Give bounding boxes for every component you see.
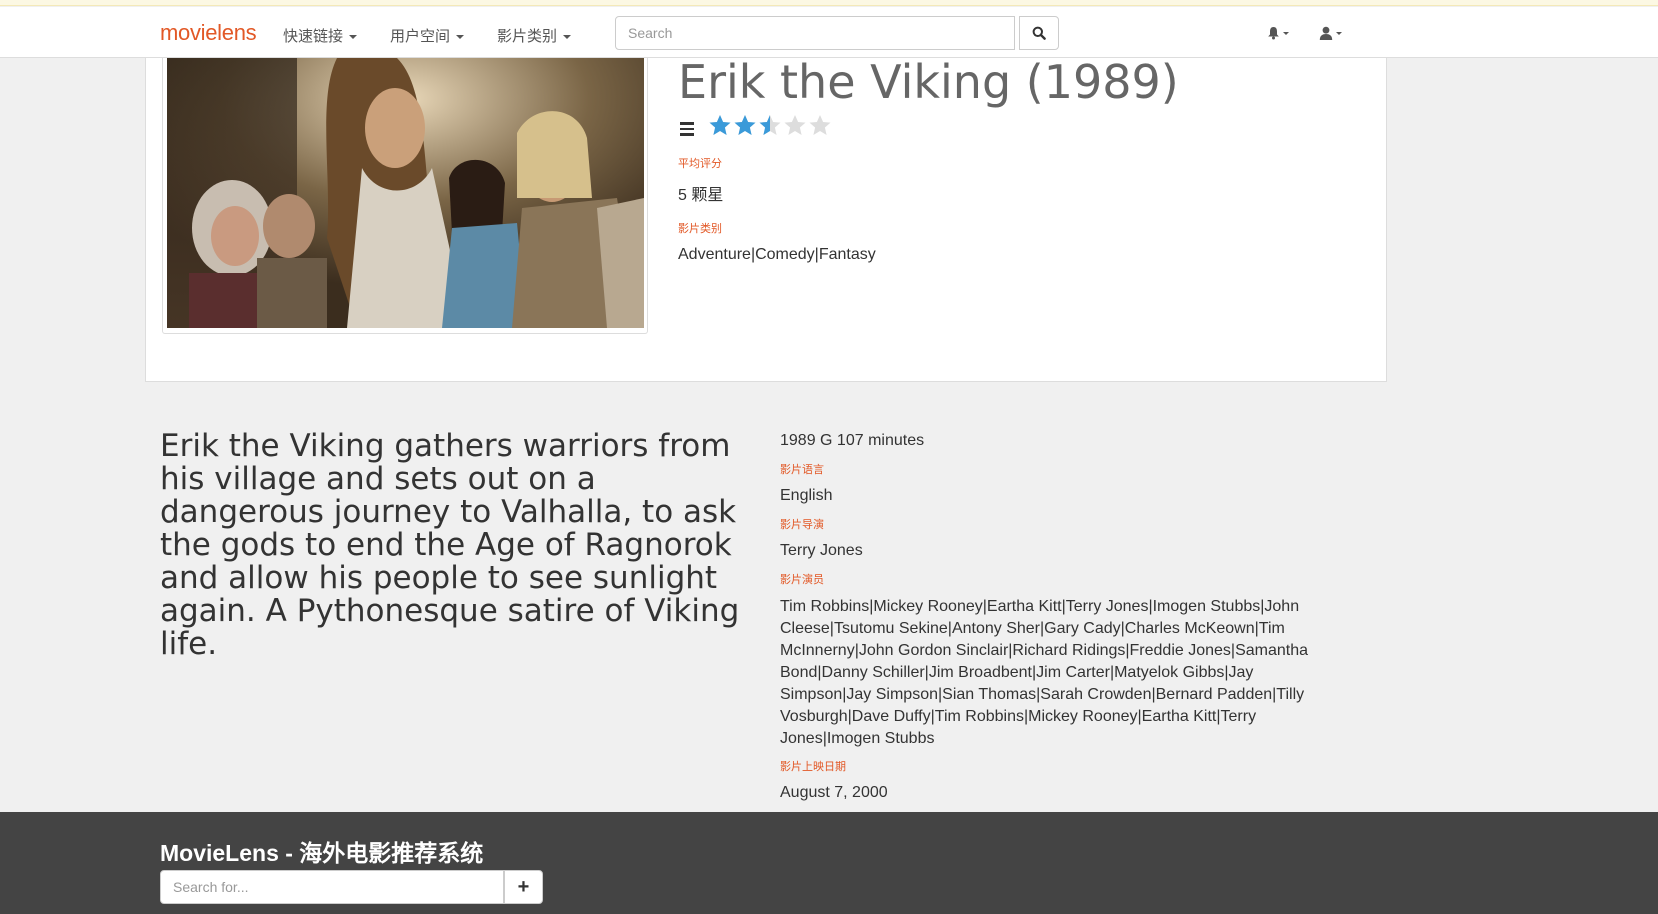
star-icon[interactable] <box>708 114 732 138</box>
notification-strip <box>0 0 1658 6</box>
genres-value: Adventure|Comedy|Fantasy <box>678 246 876 263</box>
search-input[interactable] <box>615 16 1015 50</box>
user-icon <box>1319 26 1332 40</box>
avg-rating-label: 平均评分 <box>678 158 722 170</box>
cast-value: Tim Robbins|Mickey Rooney|Eartha Kitt|Te… <box>780 598 1308 747</box>
brand-logo[interactable]: movielens <box>160 20 257 46</box>
release-date-label: 影片上映日期 <box>780 761 846 773</box>
movie-title: Erik the Viking (1989) <box>678 55 1179 109</box>
footer-add-button[interactable]: + <box>504 870 543 904</box>
director-value: Terry Jones <box>780 542 863 559</box>
user-menu-button[interactable] <box>1314 22 1346 44</box>
top-navbar: movielens 快速链接 用户空间 影片类别 <box>0 7 1658 58</box>
director-label: 影片导演 <box>780 519 824 531</box>
bell-icon <box>1268 27 1279 40</box>
genre-label: 影片类别 <box>678 223 722 235</box>
search-button[interactable] <box>1019 16 1059 50</box>
cast-label: 影片演员 <box>780 574 824 586</box>
list-menu-icon[interactable] <box>680 122 694 136</box>
poster-frame <box>162 58 648 334</box>
footer-title: MovieLens - 海外电影推荐系统 <box>160 840 484 866</box>
avg-rating-value: 5 颗星 <box>678 187 724 204</box>
movie-poster <box>167 58 644 328</box>
search-icon <box>1032 26 1046 40</box>
nav-genres-label: 影片类别 <box>497 28 558 45</box>
movie-description: Erik the Viking gathers warriors from hi… <box>160 428 740 662</box>
footer: MovieLens - 海外电影推荐系统 + <box>0 812 1658 914</box>
star-icon[interactable] <box>733 114 757 138</box>
notifications-button[interactable] <box>1262 22 1294 44</box>
rating-stars[interactable] <box>708 114 833 138</box>
chevron-down-icon <box>563 35 572 40</box>
nav-user-space-label: 用户空间 <box>390 28 451 45</box>
star-icon[interactable] <box>808 114 832 138</box>
language-value: English <box>780 487 833 504</box>
poster-image <box>167 58 644 328</box>
chevron-down-icon <box>349 35 358 40</box>
star-icon[interactable] <box>783 114 807 138</box>
chevron-down-icon <box>1335 31 1342 35</box>
nav-genres[interactable]: 影片类别 <box>497 25 572 46</box>
chevron-down-icon <box>1283 31 1289 35</box>
nav-quick-links[interactable]: 快速链接 <box>283 25 358 46</box>
nav-quick-links-label: 快速链接 <box>283 28 344 45</box>
movie-meta: 1989 G 107 minutes <box>780 432 925 449</box>
star-icon[interactable] <box>758 114 782 138</box>
release-date-value: August 7, 2000 <box>780 784 888 801</box>
chevron-down-icon <box>456 35 465 40</box>
nav-user-space[interactable]: 用户空间 <box>390 25 465 46</box>
footer-search-input[interactable] <box>160 870 504 904</box>
language-label: 影片语言 <box>780 464 824 476</box>
